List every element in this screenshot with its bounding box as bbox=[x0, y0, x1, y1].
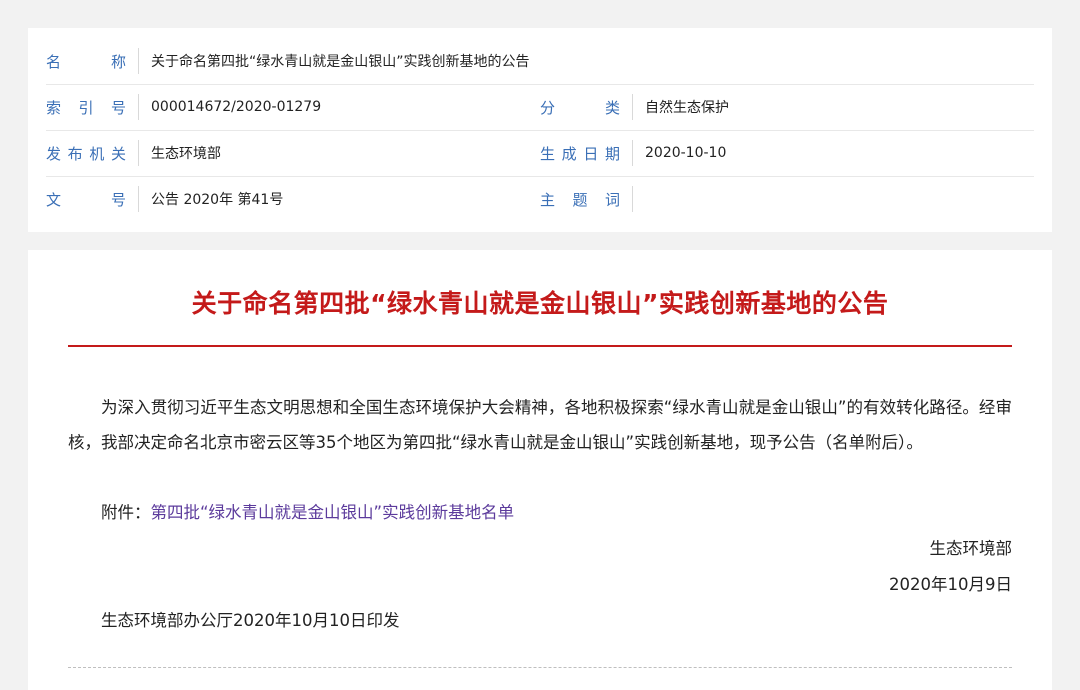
signature: 生态环境部 bbox=[929, 539, 1013, 558]
subject-label: 主 题 词 bbox=[540, 186, 633, 212]
issuer-label-char: 发 bbox=[46, 144, 62, 163]
date-label: 生 成 日 期 bbox=[540, 140, 633, 166]
article-body: 为深入贯彻习近平生态文明思想和全国生态环境保护大会精神，各地积极探索“绿水青山就… bbox=[68, 398, 1012, 452]
meta-row-issuer: 发 布 机 关 生态环境部 生 成 日 期 2020-10-10 bbox=[46, 130, 1034, 177]
category-label-char: 类 bbox=[604, 98, 620, 117]
subject-label-char: 词 bbox=[604, 190, 620, 209]
footer-divider bbox=[68, 667, 1012, 668]
docno-value: 公告 2020年 第41号 bbox=[151, 192, 284, 208]
issuer-label: 发 布 机 关 bbox=[46, 140, 139, 166]
category-value: 自然生态保护 bbox=[645, 100, 729, 116]
date-label-char: 生 bbox=[540, 144, 556, 163]
subject-label-char: 题 bbox=[572, 190, 588, 209]
index-label-char: 引 bbox=[78, 98, 94, 117]
issued-by: 生态环境部办公厅2020年10月10日印发 bbox=[101, 611, 400, 630]
category-label-char: 分 bbox=[540, 98, 556, 117]
date-value: 2020-10-10 bbox=[645, 145, 727, 161]
issuer-label-char: 布 bbox=[67, 144, 83, 163]
attachment-prefix: 附件： bbox=[101, 503, 151, 522]
date-label-char: 期 bbox=[604, 144, 620, 163]
attachment-link[interactable]: 第四批“绿水青山就是金山银山”实践创新基地名单 bbox=[151, 503, 515, 522]
title-divider bbox=[68, 345, 1012, 347]
index-label-char: 索 bbox=[46, 98, 62, 117]
subject-label-char: 主 bbox=[540, 190, 556, 209]
docno-label-char: 号 bbox=[110, 190, 126, 209]
attachment-line: 附件：第四批“绿水青山就是金山银山”实践创新基地名单 bbox=[101, 500, 514, 526]
category-label: 分 类 bbox=[540, 94, 633, 120]
index-value: 000014672/2020-01279 bbox=[151, 99, 322, 115]
meta-row-name: 名 称 关于命名第四批“绿水青山就是金山银山”实践创新基地的公告 bbox=[46, 38, 1034, 85]
name-label-char: 称 bbox=[110, 52, 126, 71]
date-label-char: 成 bbox=[561, 144, 577, 163]
name-value: 关于命名第四批“绿水青山就是金山银山”实践创新基地的公告 bbox=[151, 54, 530, 70]
sign-date: 2020年10月9日 bbox=[889, 575, 1012, 594]
date-label-char: 日 bbox=[583, 144, 599, 163]
issuer-label-char: 机 bbox=[89, 144, 105, 163]
article-title: 关于命名第四批“绿水青山就是金山银山”实践创新基地的公告 bbox=[191, 289, 889, 318]
index-label: 索 引 号 bbox=[46, 94, 139, 120]
index-label-char: 号 bbox=[110, 98, 126, 117]
issuer-value: 生态环境部 bbox=[151, 146, 221, 162]
issuer-label-char: 关 bbox=[110, 144, 126, 163]
docno-label: 文 号 bbox=[46, 186, 139, 212]
meta-row-docno: 文 号 公告 2020年 第41号 主 题 词 bbox=[46, 176, 1034, 222]
name-label: 名 称 bbox=[46, 48, 139, 74]
meta-row-index: 索 引 号 000014672/2020-01279 分 类 自然生态保护 bbox=[46, 84, 1034, 131]
docno-label-char: 文 bbox=[46, 190, 62, 209]
document-metadata-card: 名 称 关于命名第四批“绿水青山就是金山银山”实践创新基地的公告 索 引 号 0… bbox=[28, 28, 1052, 232]
name-label-char: 名 bbox=[46, 52, 62, 71]
article-card: 关于命名第四批“绿水青山就是金山银山”实践创新基地的公告 为深入贯彻习近平生态文… bbox=[28, 250, 1052, 690]
